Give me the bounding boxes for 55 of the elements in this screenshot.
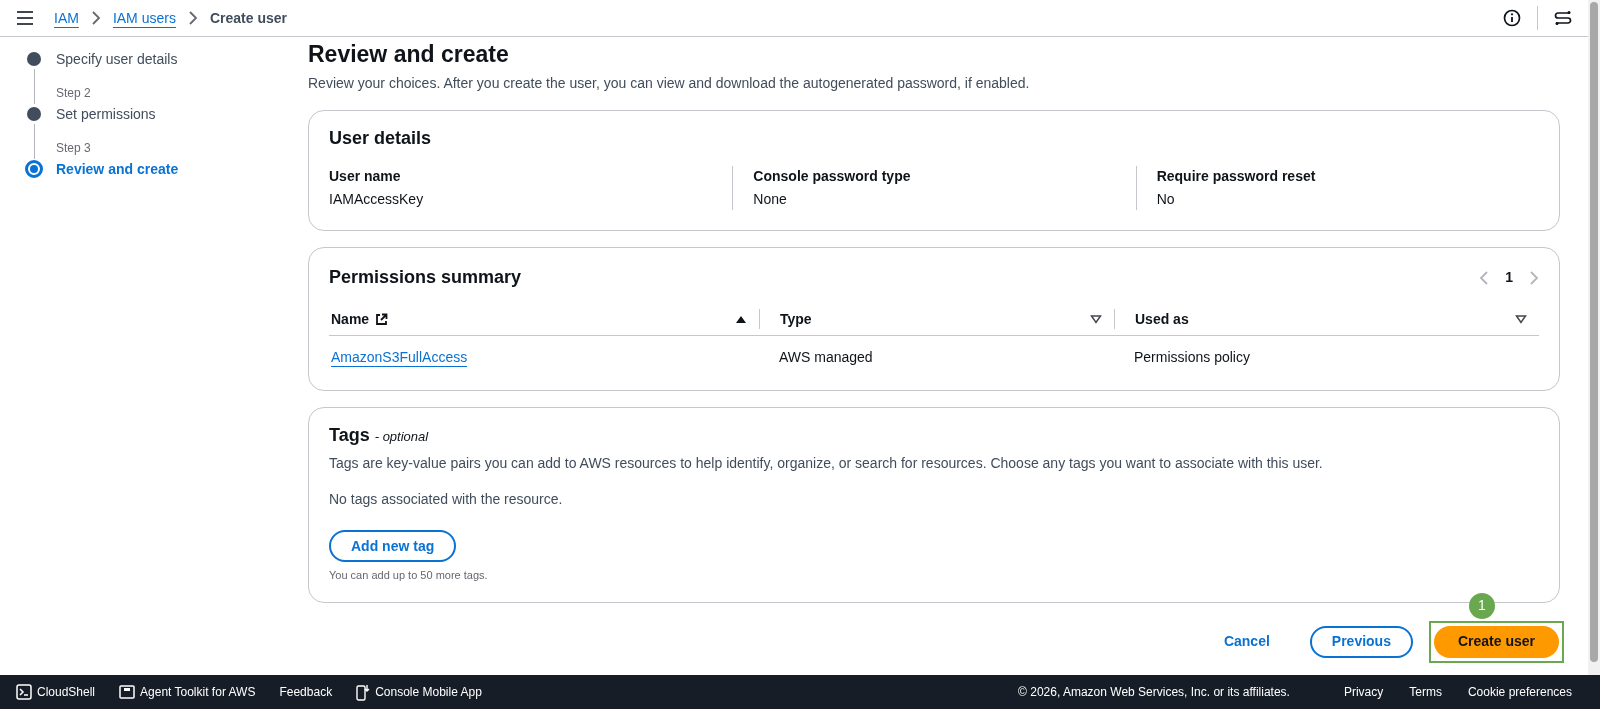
table-cell-text: AWS managed xyxy=(778,347,874,367)
column-header[interactable]: Name xyxy=(331,308,370,330)
footer-link[interactable]: Console Mobile App xyxy=(356,683,482,701)
step-callout-badge: 1 xyxy=(1468,592,1495,619)
previous-button[interactable]: Previous xyxy=(1309,625,1413,658)
empty-message: No tags associated with the resource. xyxy=(329,490,564,509)
step-title[interactable]: Set permissions xyxy=(56,104,156,133)
card-title: Tags - optional xyxy=(329,424,430,447)
info-icon[interactable] xyxy=(1503,9,1521,27)
tags-description: Tags are key-value pairs you can add to AWS resources to help identify, organize, or search for resources. Choose any tags you want to associate with this user. xyxy=(329,454,1324,473)
footer-link[interactable]: Terms xyxy=(1409,683,1442,701)
step-title[interactable]: Review and create xyxy=(56,159,179,188)
sort-icon[interactable] xyxy=(1515,314,1527,324)
menu-icon[interactable] xyxy=(16,11,34,25)
card-title: User details xyxy=(329,127,433,150)
field-value: No xyxy=(1156,190,1176,209)
breadcrumb-current: Create user xyxy=(209,8,287,28)
step-title[interactable]: Specify user details xyxy=(56,49,178,78)
breadcrumb-link[interactable]: IAM users xyxy=(112,7,176,29)
field-value: None xyxy=(753,190,788,209)
policy-link[interactable]: AmazonS3FullAccess xyxy=(329,346,468,368)
chevron-right-icon xyxy=(187,11,198,25)
create-user-button[interactable]: Create user xyxy=(1433,625,1559,658)
chevron-right-icon xyxy=(90,11,101,25)
footer-link[interactable]: Feedback xyxy=(279,683,333,701)
breadcrumb-link[interactable]: IAM xyxy=(54,7,79,29)
sort-ascending-icon[interactable] xyxy=(735,314,747,324)
external-link-icon xyxy=(375,312,389,326)
scrollbar[interactable] xyxy=(1588,0,1600,675)
column-header[interactable]: Type xyxy=(780,308,812,330)
field-label: User name xyxy=(329,167,402,186)
field-label: Require password reset xyxy=(1156,167,1317,186)
flow-icon[interactable] xyxy=(1554,10,1572,26)
copyright-text: © 2026, Amazon Web Services, Inc. or its affiliates. xyxy=(1018,684,1290,701)
footer-link[interactable]: Privacy xyxy=(1343,683,1384,701)
tags-hint: You can add up to 50 more tags. xyxy=(329,568,489,583)
page-description: Review your choices. After you create the user, you can view and download the autogenerated password, if enabled. xyxy=(308,74,1031,93)
sort-icon[interactable] xyxy=(1090,314,1102,324)
page-title: Review and create xyxy=(308,40,510,69)
field-label: Console password type xyxy=(753,167,912,186)
add-tag-button[interactable]: Add new tag xyxy=(329,530,457,562)
footer-link[interactable]: CloudShell xyxy=(16,683,96,701)
terminal-icon xyxy=(16,684,32,700)
card-title: Permissions summary xyxy=(329,266,522,289)
footer-link[interactable]: Agent Toolkit for AWS xyxy=(119,683,256,701)
footer-link[interactable]: Cookie preferences xyxy=(1467,683,1572,701)
step-label: Step 2 xyxy=(56,85,92,102)
step-label: Step 3 xyxy=(56,140,92,157)
field-value: IAMAccessKey xyxy=(329,190,425,209)
table-cell-text: Permissions policy xyxy=(1133,347,1251,367)
column-header[interactable]: Used as xyxy=(1135,308,1189,330)
window-icon xyxy=(119,685,136,699)
phone-icon xyxy=(356,683,371,701)
page-number[interactable]: 1 xyxy=(1505,267,1513,288)
cancel-button[interactable]: Cancel xyxy=(1207,631,1286,652)
